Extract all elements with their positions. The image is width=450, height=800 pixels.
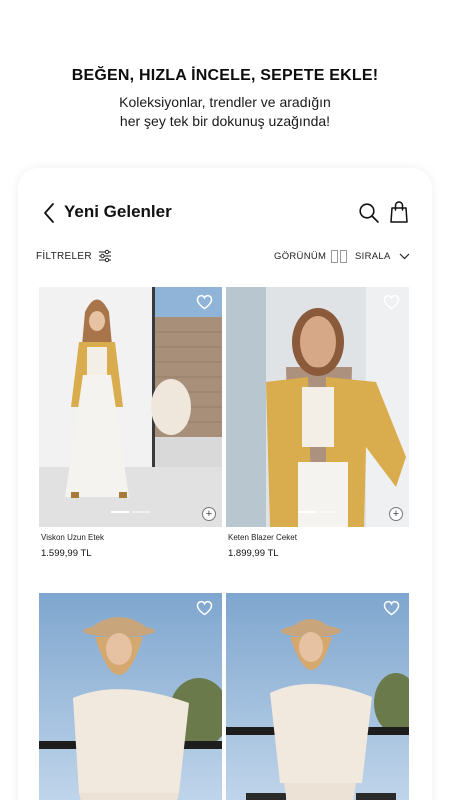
image-pagination (298, 511, 337, 513)
heart-icon (196, 600, 213, 616)
product-card[interactable] (226, 593, 409, 800)
add-to-cart-button[interactable]: + (202, 507, 216, 521)
product-card[interactable]: + Keten Blazer Ceket 1.899,99 TL (226, 287, 409, 567)
favorite-button[interactable] (196, 294, 213, 310)
top-navigation-bar: Yeni Gelenler (18, 198, 432, 228)
heart-icon (383, 600, 400, 616)
chevron-left-icon (44, 203, 54, 223)
sort-button[interactable]: SIRALA (355, 246, 410, 266)
product-price: 1.899,99 TL (228, 548, 279, 559)
product-image[interactable]: + (226, 287, 409, 527)
favorite-button[interactable] (383, 600, 400, 616)
promo-banner: BEĞEN, HIZLA İNCELE, SEPETE EKLE! Koleks… (0, 0, 450, 168)
filters-button[interactable]: FİLTRELER (36, 246, 112, 266)
grid-view-icon (331, 249, 348, 263)
favorite-button[interactable] (196, 600, 213, 616)
search-icon (359, 203, 379, 223)
product-card[interactable]: + Viskon Uzun Etek 1.599,99 TL (39, 287, 222, 567)
product-price: 1.599,99 TL (41, 548, 92, 559)
product-name: Keten Blazer Ceket (228, 533, 297, 542)
page-title: Yeni Gelenler (64, 202, 172, 221)
heart-icon (383, 294, 400, 310)
plus-icon: + (392, 508, 400, 520)
product-photo (226, 593, 409, 800)
promo-title: BEĞEN, HIZLA İNCELE, SEPETE EKLE! (71, 67, 379, 84)
cart-button[interactable] (389, 200, 409, 224)
view-label: GÖRÜNÜM (274, 250, 327, 262)
promo-subtitle: Koleksiyonlar, trendler ve aradığın her … (0, 93, 450, 131)
back-button[interactable] (40, 201, 60, 225)
view-toggle-button[interactable]: GÖRÜNÜM (274, 246, 348, 266)
product-photo (39, 287, 222, 527)
product-image[interactable] (226, 593, 409, 800)
image-pagination (111, 511, 150, 513)
product-image[interactable] (39, 593, 222, 800)
promo-subtitle-line-2: her şey tek bir dokunuş uzağında! (119, 113, 331, 129)
plus-icon: + (205, 508, 213, 520)
product-card[interactable] (39, 593, 222, 800)
promo-subtitle-line-1: Koleksiyonlar, trendler ve aradığın (119, 94, 331, 110)
chevron-down-icon (399, 253, 410, 259)
heart-icon (196, 294, 213, 310)
product-image[interactable]: + (39, 287, 222, 527)
product-name: Viskon Uzun Etek (41, 533, 104, 542)
search-button[interactable] (358, 202, 380, 224)
app-screen-card: Yeni Gelenler FİLTRELER GÖRÜNÜM SIRALA +… (18, 168, 432, 800)
filter-sort-bar: FİLTRELER GÖRÜNÜM SIRALA (18, 246, 432, 266)
sliders-icon (98, 249, 111, 263)
favorite-button[interactable] (383, 294, 400, 310)
filters-label: FİLTRELER (36, 250, 92, 262)
sort-label: SIRALA (355, 250, 391, 262)
shopping-bag-icon (390, 201, 408, 223)
add-to-cart-button[interactable]: + (389, 507, 403, 521)
product-photo (226, 287, 409, 527)
product-photo (39, 593, 222, 800)
